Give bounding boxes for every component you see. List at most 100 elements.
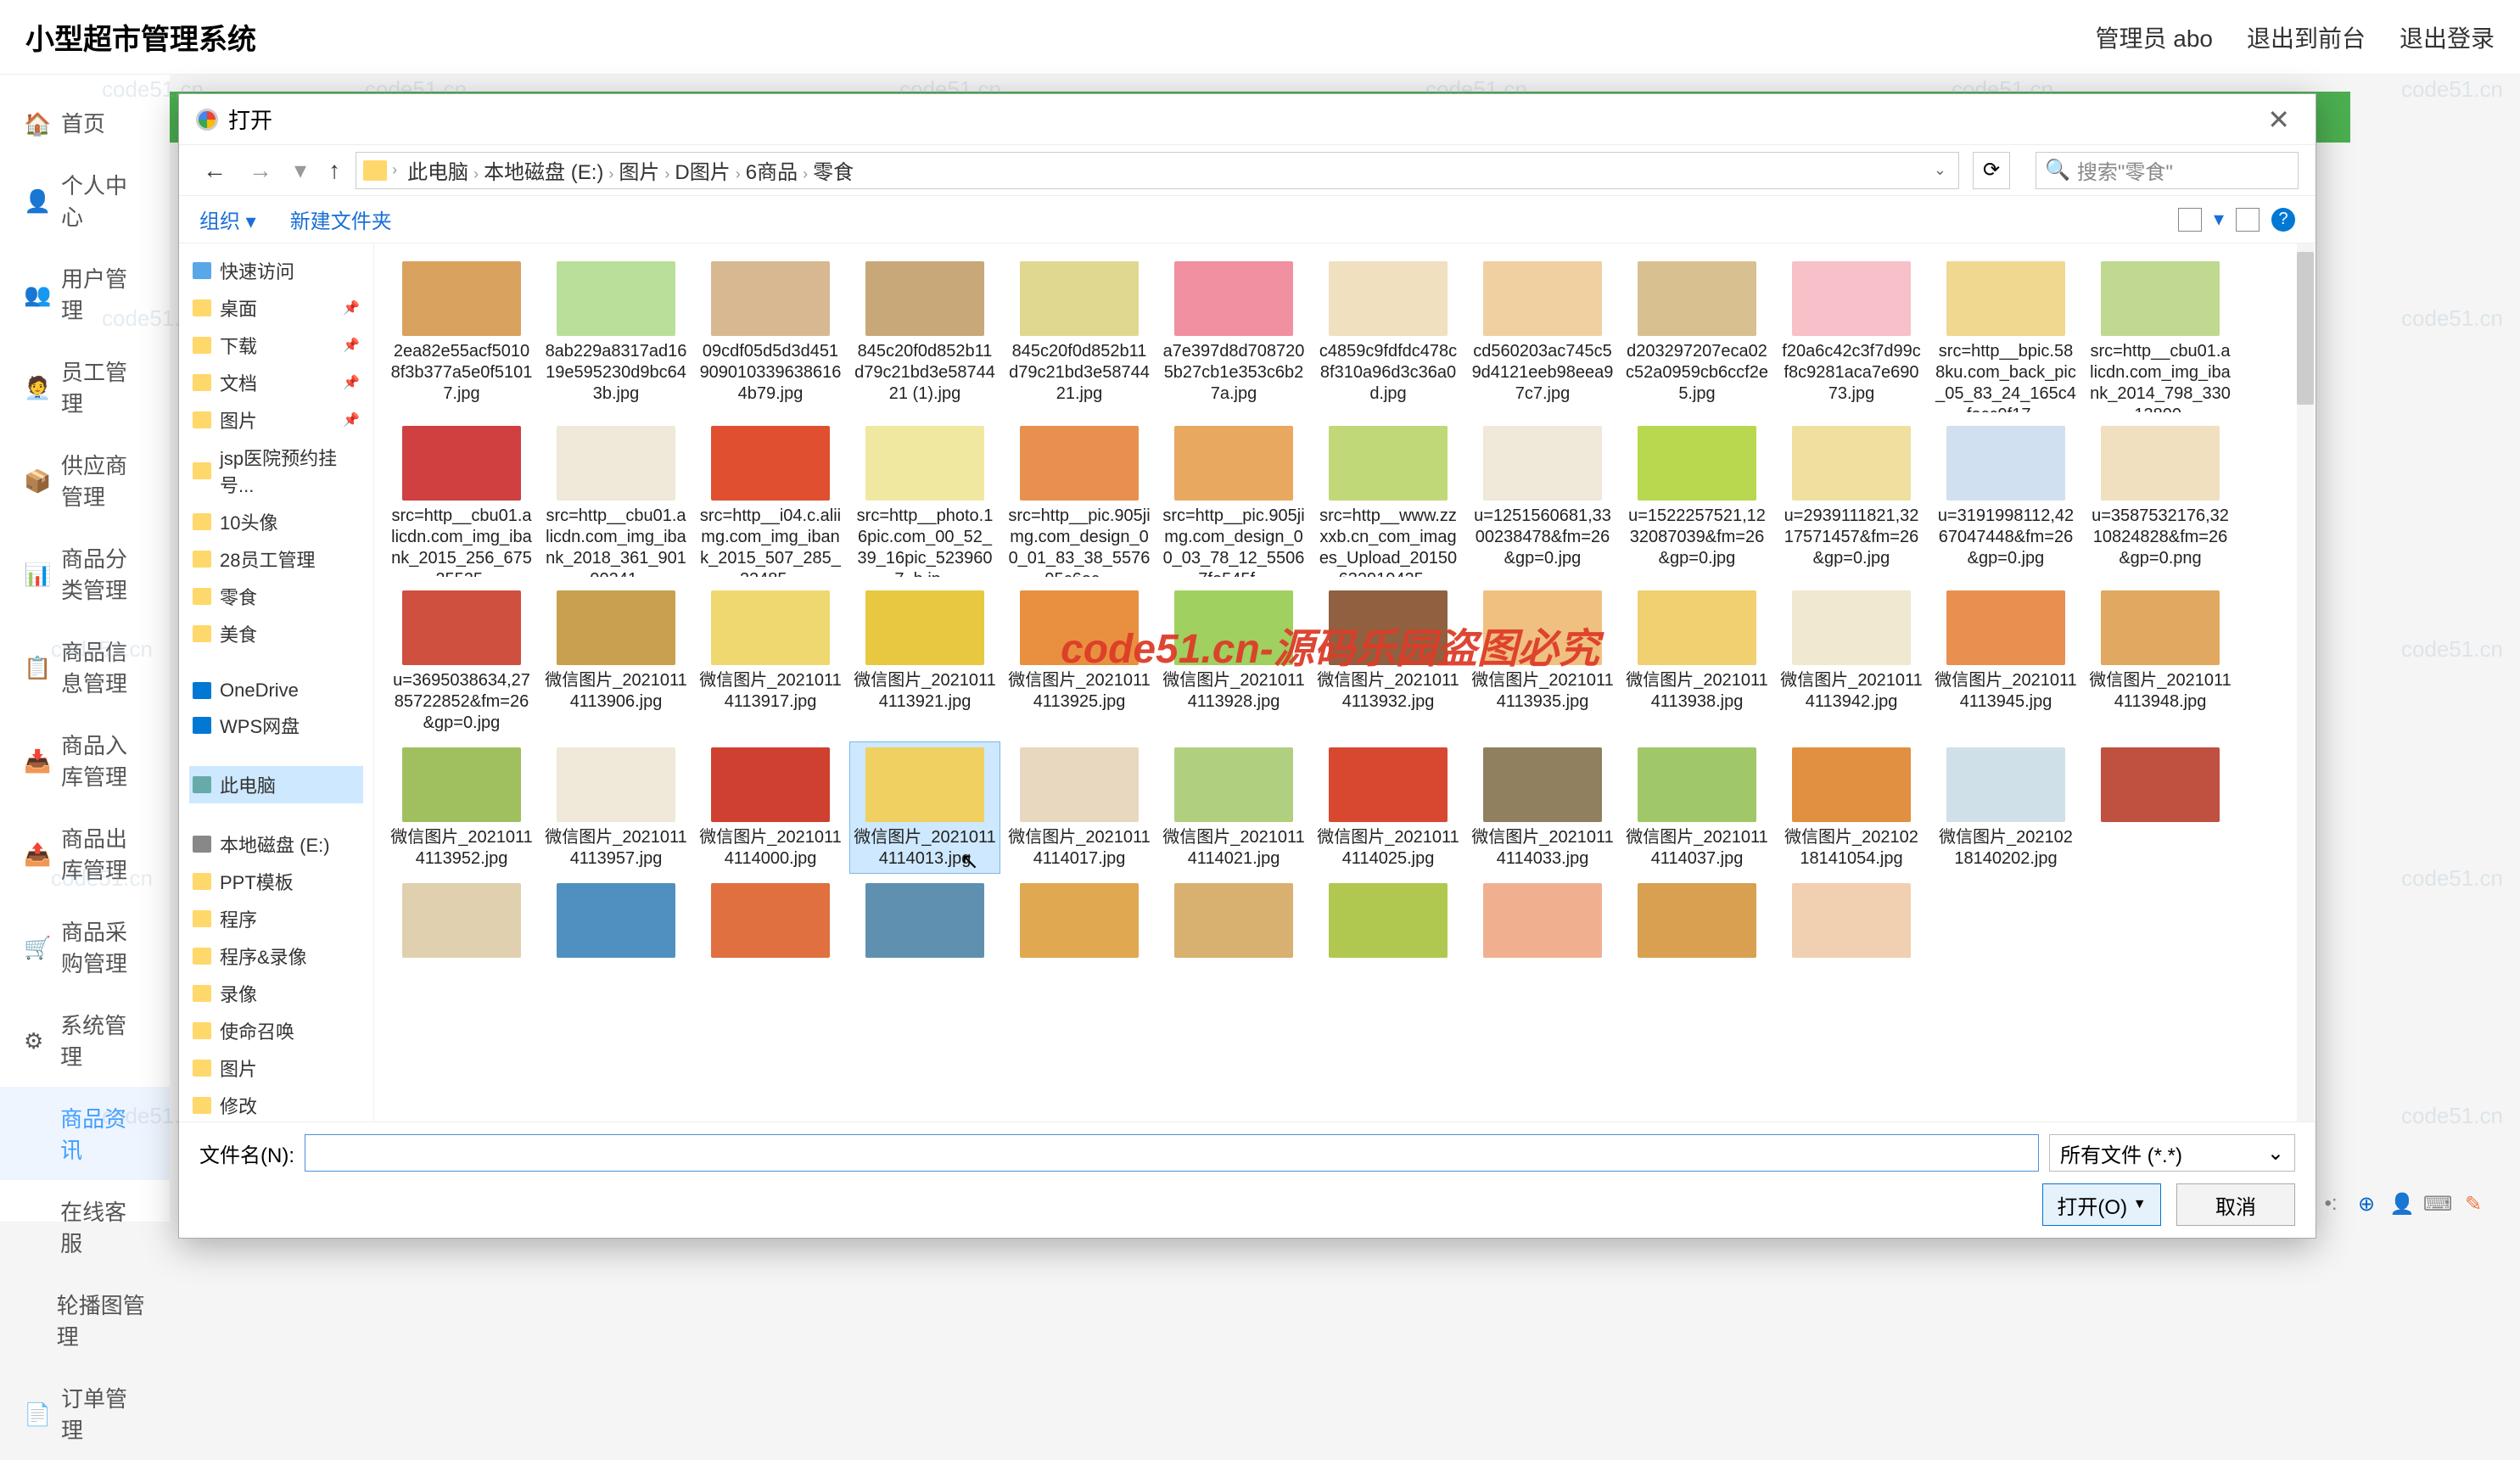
file-item[interactable]: 微信图片_20210114113952.jpg	[386, 741, 537, 874]
scrollbar-thumb[interactable]	[2297, 252, 2314, 405]
file-item[interactable]: d203297207eca02c52a0959cb6ccf2e5.jpg	[1621, 255, 1772, 417]
file-item[interactable]: 微信图片_20210114114021.jpg	[1158, 741, 1309, 874]
ime-globe-icon[interactable]: ⊕	[2354, 1191, 2379, 1217]
file-item[interactable]: 微信图片_20210114113921.jpg	[849, 585, 1000, 738]
file-item[interactable]: 微信图片_20210218140202.jpg	[1930, 741, 2081, 874]
tree-item[interactable]: 录像	[189, 975, 363, 1012]
sidebar-item-7[interactable]: 📥商品入库管理	[0, 713, 170, 807]
file-item[interactable]: 微信图片_20210114114025.jpg	[1313, 741, 1464, 874]
file-item[interactable]: 845c20f0d852b11d79c21bd3e5874421 (1).jpg	[849, 255, 1000, 417]
sidebar-item-4[interactable]: 📦供应商管理	[0, 434, 170, 527]
exit-front-link[interactable]: 退出到前台	[2247, 20, 2366, 54]
file-item[interactable]: src=http__photo.16pic.com_00_52_39_16pic…	[849, 420, 1000, 581]
tree-item[interactable]: WPS网盘	[189, 707, 363, 744]
breadcrumb-bar[interactable]: › 此电脑›本地磁盘 (E:)›图片›D图片›6商品›零食 ⌄	[356, 152, 1959, 189]
file-item[interactable]: 微信图片_20210114113906.jpg	[540, 585, 692, 738]
forward-icon[interactable]: →	[242, 157, 279, 184]
tree-item[interactable]: 图片	[189, 1049, 363, 1087]
file-item[interactable]: u=3695038634,2785722852&fm=26&gp=0.jpg	[386, 585, 537, 738]
preview-pane-icon[interactable]	[2236, 208, 2260, 232]
sidebar-item-9[interactable]: 🛒商品采购管理	[0, 900, 170, 993]
tree-item[interactable]: 本地磁盘 (E:)	[189, 825, 363, 863]
file-item[interactable]: 微信图片_20210114114017.jpg	[1004, 741, 1155, 874]
file-item[interactable]: src=http__pic.905jimg.com_design_00_01_8…	[1004, 420, 1155, 581]
file-item[interactable]: 微信图片_20210114114037.jpg	[1621, 741, 1772, 874]
file-item[interactable]: 8ab229a8317ad1619e595230d9bc643b.jpg	[540, 255, 692, 417]
tree-item[interactable]: 快速访问	[189, 252, 363, 289]
sidebar-item-1[interactable]: 👤个人中心	[0, 154, 170, 247]
file-item[interactable]: 微信图片_20210114113932.jpg	[1313, 585, 1464, 738]
admin-link[interactable]: 管理员 abo	[2095, 20, 2213, 54]
file-item[interactable]: u=1522257521,1232087039&fm=26&gp=0.jpg	[1621, 420, 1772, 581]
file-item[interactable]: 微信图片_20210114114000.jpg	[695, 741, 846, 874]
tree-item[interactable]: 程序	[189, 900, 363, 937]
file-grid-area[interactable]: 2ea82e55acf50108f3b377a5e0f51017.jpg8ab2…	[374, 243, 2316, 1122]
tree-item[interactable]: PPT模板	[189, 863, 363, 900]
tree-item[interactable]: 桌面📌	[189, 289, 363, 327]
file-item[interactable]	[695, 877, 846, 967]
file-item[interactable]	[1776, 877, 1927, 967]
file-item[interactable]	[1621, 877, 1772, 967]
sidebar-item-10[interactable]: ⚙系统管理	[0, 993, 170, 1087]
sidebar-item-6[interactable]: 📋商品信息管理	[0, 620, 170, 713]
file-item[interactable]: 微信图片_20210114113948.jpg	[2085, 585, 2236, 738]
file-item[interactable]: u=1251560681,3300238478&fm=26&gp=0.jpg	[1467, 420, 1618, 581]
file-item[interactable]: cd560203ac745c59d4121eeb98eea97c7.jpg	[1467, 255, 1618, 417]
file-item[interactable]: 微信图片_20210114113945.jpg	[1930, 585, 2081, 738]
tree-item[interactable]: 图片📌	[189, 401, 363, 439]
file-item[interactable]	[849, 877, 1000, 967]
file-item[interactable]: src=http__www.zzxxb.cn_com_images_Upload…	[1313, 420, 1464, 581]
file-item[interactable]: 微信图片_20210218141054.jpg	[1776, 741, 1927, 874]
tree-item[interactable]: 下载📌	[189, 327, 363, 364]
file-item[interactable]	[2085, 741, 2236, 874]
view-mode-icon[interactable]	[2178, 208, 2202, 232]
tree-item[interactable]: 10头像	[189, 503, 363, 540]
file-item[interactable]	[1467, 877, 1618, 967]
ime-tool-icon[interactable]: ✎	[2461, 1191, 2486, 1217]
file-item[interactable]	[386, 877, 537, 967]
file-item[interactable]: src=http__bpic.588ku.com_back_pic_05_83_…	[1930, 255, 2081, 417]
new-folder-button[interactable]: 新建文件夹	[290, 204, 392, 234]
ime-person-icon[interactable]: 👤	[2389, 1191, 2415, 1217]
tree-item[interactable]: jsp医院预约挂号...	[189, 439, 363, 503]
file-item[interactable]: 微信图片_20210114114013.jpg	[849, 741, 1000, 874]
sidebar-item-14[interactable]: 📄订单管理	[0, 1367, 170, 1460]
sidebar-item-12[interactable]: 在线客服	[0, 1180, 170, 1273]
dropdown-icon[interactable]: ▾	[288, 156, 313, 184]
sidebar-item-2[interactable]: 👥用户管理	[0, 247, 170, 340]
close-icon[interactable]: ✕	[2259, 103, 2299, 136]
help-icon[interactable]: ?	[2271, 208, 2295, 232]
sidebar-item-11[interactable]: 商品资讯	[0, 1087, 170, 1180]
logout-link[interactable]: 退出登录	[2400, 20, 2495, 54]
file-item[interactable]: 2ea82e55acf50108f3b377a5e0f51017.jpg	[386, 255, 537, 417]
tree-item[interactable]: 28员工管理	[189, 540, 363, 578]
breadcrumb-item[interactable]: D图片	[669, 161, 735, 184]
folder-tree[interactable]: 快速访问桌面📌下载📌文档📌图片📌jsp医院预约挂号...10头像28员工管理零食…	[179, 243, 374, 1122]
sidebar-item-5[interactable]: 📊商品分类管理	[0, 527, 170, 620]
file-item[interactable]: 微信图片_20210114113935.jpg	[1467, 585, 1618, 738]
view-dropdown-icon[interactable]: ▾	[2214, 207, 2224, 232]
file-item[interactable]: 微信图片_20210114113917.jpg	[695, 585, 846, 738]
file-item[interactable]: 微信图片_20210114114033.jpg	[1467, 741, 1618, 874]
breadcrumb-item[interactable]: 零食	[808, 161, 859, 184]
tree-item[interactable]: 使命召唤	[189, 1012, 363, 1049]
sidebar-item-0[interactable]: 🏠首页	[0, 92, 170, 154]
file-item[interactable]: 微信图片_20210114113928.jpg	[1158, 585, 1309, 738]
cancel-button[interactable]: 取消	[2176, 1183, 2295, 1226]
sidebar-item-8[interactable]: 📤商品出库管理	[0, 807, 170, 900]
file-item[interactable]: c4859c9fdfdc478c8f310a96d3c36a0d.jpg	[1313, 255, 1464, 417]
sidebar-item-13[interactable]: 轮播图管理	[0, 1273, 170, 1367]
file-item[interactable]: 微信图片_20210114113957.jpg	[540, 741, 692, 874]
file-item[interactable]	[540, 877, 692, 967]
breadcrumb-item[interactable]: 6商品	[741, 161, 803, 184]
organize-button[interactable]: 组织 ▾	[199, 204, 256, 234]
tree-item[interactable]: 程序&录像	[189, 937, 363, 975]
tree-item[interactable]: OneDrive	[189, 674, 363, 707]
breadcrumb-item[interactable]: 此电脑	[402, 161, 473, 184]
sidebar-item-3[interactable]: 🧑‍💼员工管理	[0, 340, 170, 434]
file-item[interactable]	[1158, 877, 1309, 967]
file-item[interactable]: 微信图片_20210114113938.jpg	[1621, 585, 1772, 738]
file-item[interactable]: 845c20f0d852b11d79c21bd3e5874421.jpg	[1004, 255, 1155, 417]
file-item[interactable]: src=http__cbu01.alicdn.com_img_ibank_201…	[540, 420, 692, 581]
search-input[interactable]: 🔍 搜索"零食"	[2036, 152, 2299, 189]
